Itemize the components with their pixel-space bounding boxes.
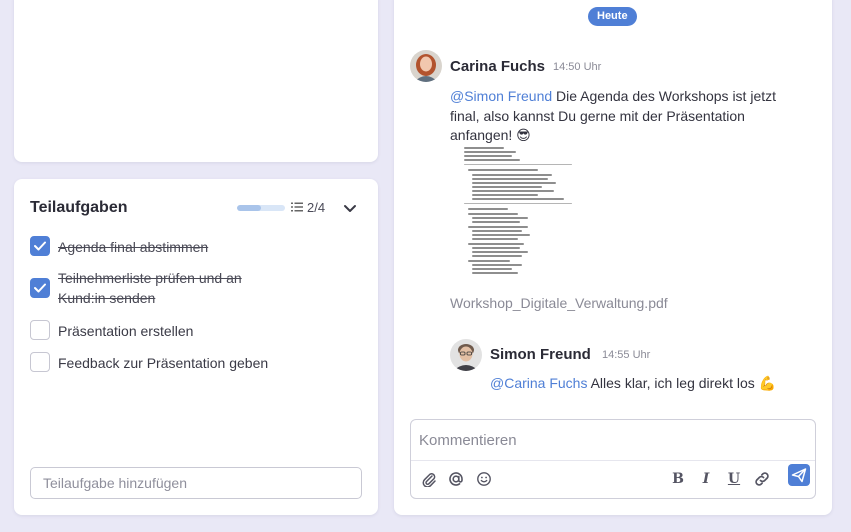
message-author: Simon Freund <box>490 346 591 363</box>
date-separator-badge: Heute <box>588 7 637 26</box>
checkmark-icon <box>34 283 46 293</box>
avatar[interactable] <box>450 339 482 371</box>
link-button[interactable] <box>752 469 772 489</box>
composer-divider <box>411 460 815 461</box>
message-time: 14:50 Uhr <box>553 61 602 73</box>
checkmark-icon <box>34 241 46 251</box>
subtask-item[interactable]: Feedback zur Präsentation geben <box>30 352 362 372</box>
subtask-label: Feedback zur Präsentation geben <box>58 355 269 371</box>
avatar-image <box>410 50 442 82</box>
subtask-label: Teilnehmerliste prüfen und an Kund:in se… <box>58 270 242 306</box>
subtask-checkbox[interactable] <box>30 236 50 256</box>
avatar[interactable] <box>410 50 442 82</box>
chevron-down-icon[interactable] <box>341 199 359 217</box>
smiley-icon <box>477 472 491 486</box>
subtask-item[interactable]: Agenda final abstimmen <box>30 236 362 256</box>
paper-plane-icon <box>791 468 807 483</box>
italic-button[interactable]: I <box>696 469 716 489</box>
subtask-label: Präsentation erstellen <box>58 323 194 339</box>
subtask-label: Agenda final abstimmen <box>58 239 209 255</box>
subtask-item[interactable]: Präsentation erstellen <box>30 320 362 340</box>
subtask-checkbox[interactable] <box>30 278 50 298</box>
message-time: 14:55 Uhr <box>602 349 651 361</box>
bold-button[interactable]: B <box>668 469 688 489</box>
message-text: @Carina Fuchs Alles klar, ich leg direkt… <box>490 374 810 394</box>
underline-icon: U <box>727 471 741 487</box>
subtask-checkbox[interactable] <box>30 320 50 340</box>
underline-button[interactable]: U <box>724 469 744 489</box>
mention-link[interactable]: @Simon Freund <box>450 88 552 104</box>
bold-icon: B <box>672 471 684 487</box>
subtasks-progress-fill <box>237 205 261 211</box>
send-button[interactable] <box>788 464 810 486</box>
subtask-checkbox[interactable] <box>30 352 50 372</box>
mention-link[interactable]: @Carina Fuchs <box>490 375 587 391</box>
comment-input[interactable] <box>411 420 815 460</box>
attachment-filename[interactable]: Workshop_Digitale_Verwaltung.pdf <box>450 295 668 311</box>
mention-button[interactable] <box>446 469 466 489</box>
paperclip-icon <box>422 473 436 487</box>
emoji-button[interactable] <box>474 469 494 489</box>
message-body: Alles klar, ich leg direkt los 💪 <box>587 375 777 391</box>
subtasks-count: 2/4 <box>307 200 326 215</box>
pdf-preview-thumbnail[interactable] <box>464 147 572 281</box>
attach-button[interactable] <box>419 469 439 489</box>
message-author: Carina Fuchs <box>450 58 546 75</box>
subtasks-title: Teilaufgaben <box>30 199 128 216</box>
subtasks-progress-bar <box>237 205 285 211</box>
empty-panel-card <box>14 0 378 162</box>
italic-icon: I <box>702 471 710 487</box>
message-text: @Simon Freund Die Agenda des Workshops i… <box>450 87 800 146</box>
link-icon <box>755 472 769 486</box>
at-sign-icon <box>449 472 463 486</box>
subtasks-header: Teilaufgaben 2/4 <box>30 199 362 219</box>
avatar-image <box>450 339 482 371</box>
checklist-icon <box>291 202 303 212</box>
comment-composer: B I U <box>410 419 816 499</box>
comments-panel: Heute Carina Fuchs 14:50 Uhr @Simon Freu… <box>394 0 832 515</box>
subtasks-card: Teilaufgaben 2/4 Agenda final abstimmen … <box>14 179 378 515</box>
subtask-item[interactable]: Teilnehmerliste prüfen und an Kund:in se… <box>30 270 362 318</box>
add-subtask-input[interactable] <box>30 467 362 499</box>
